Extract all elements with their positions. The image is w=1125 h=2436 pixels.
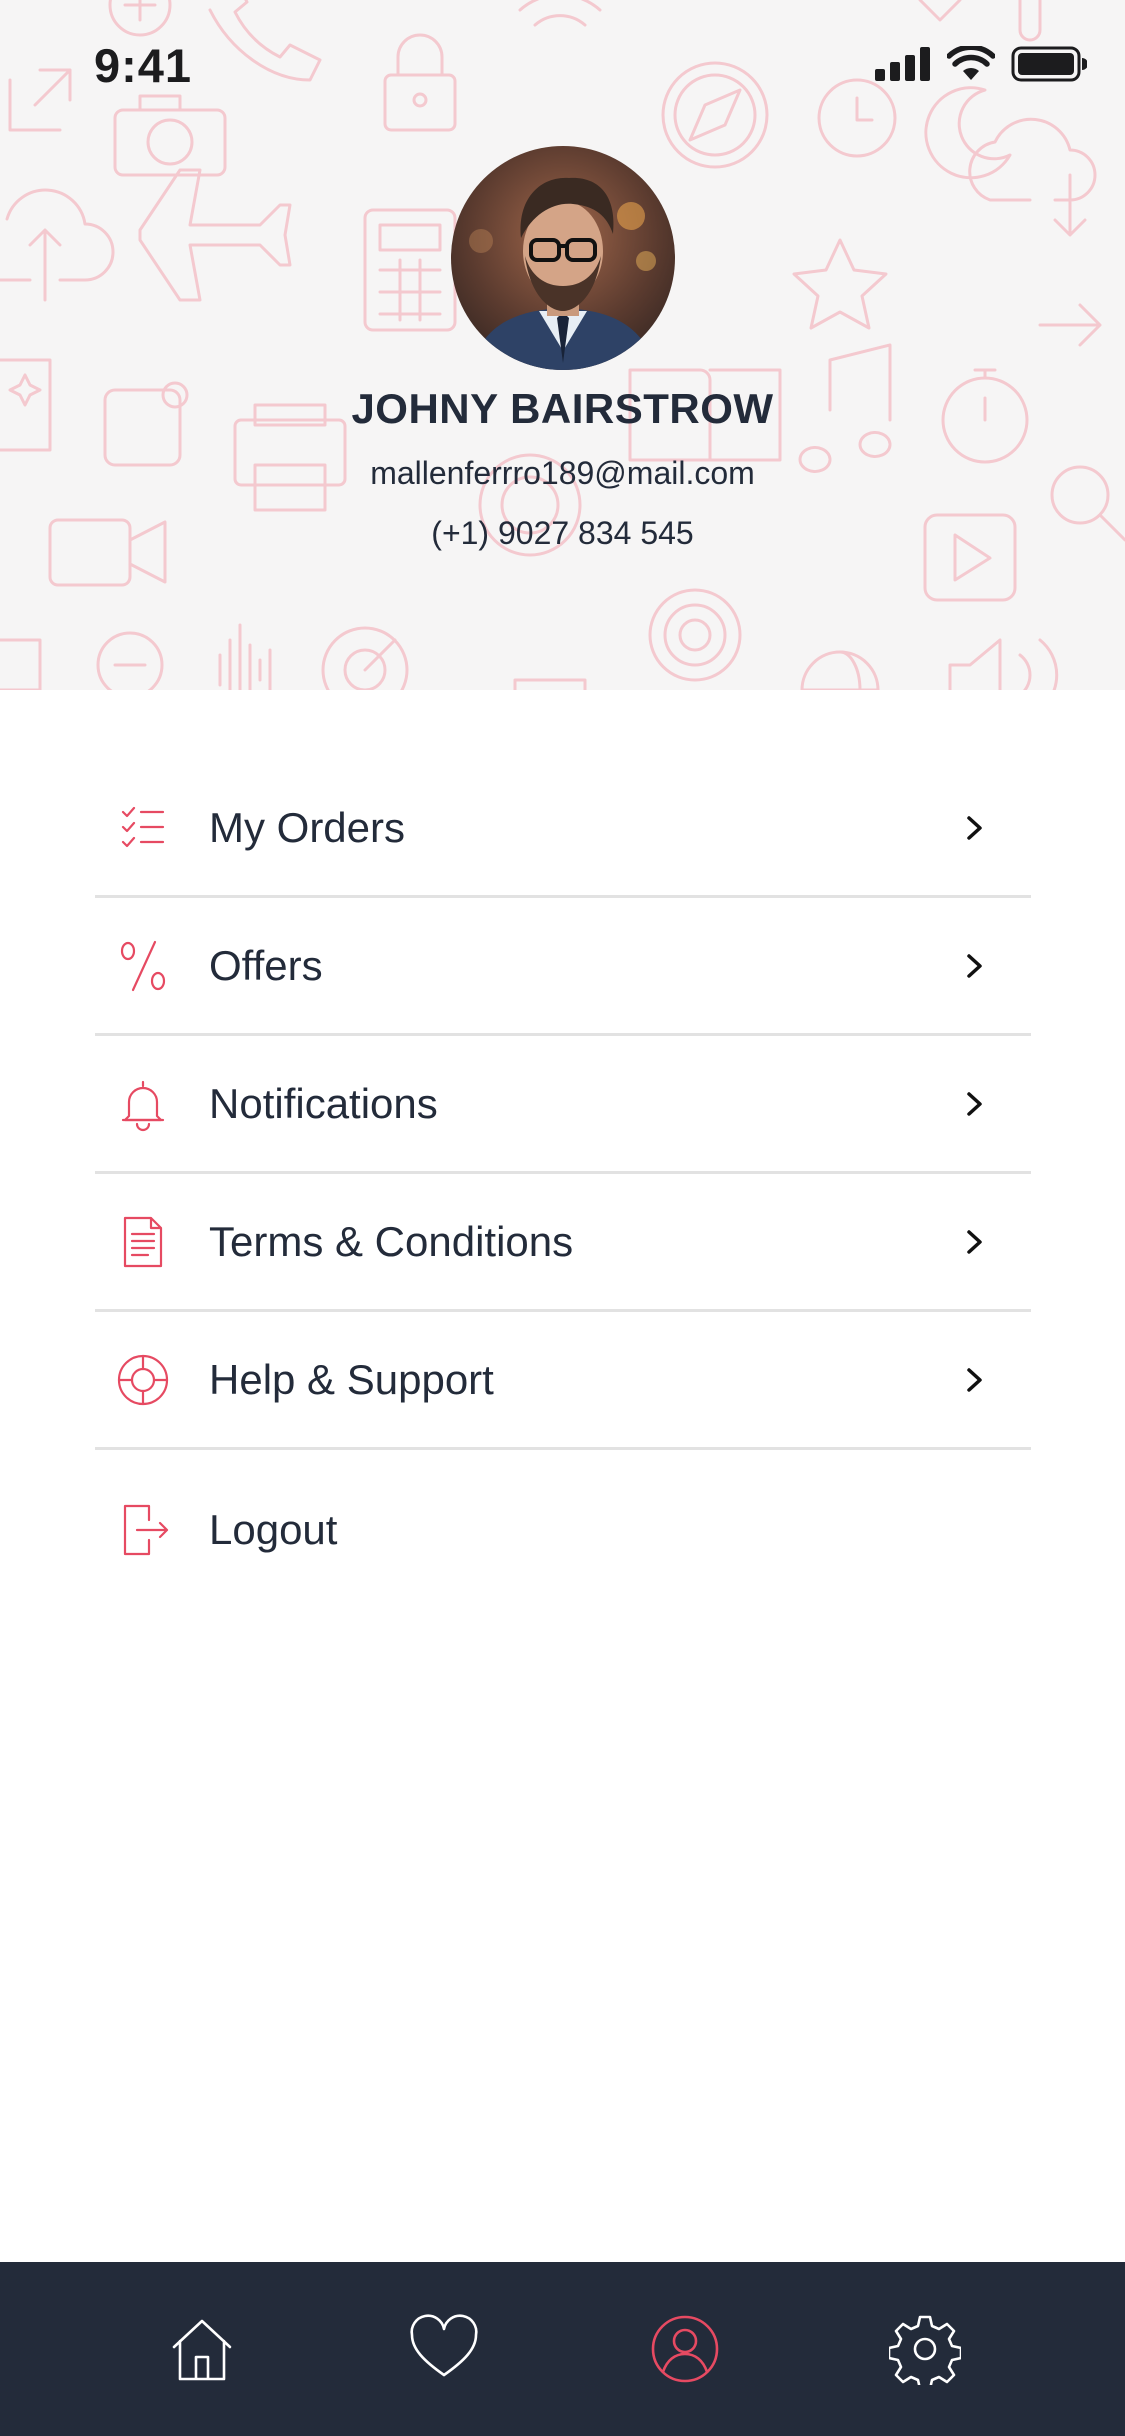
orders-list-icon	[115, 800, 171, 856]
bell-icon	[115, 1076, 171, 1132]
signal-icon	[875, 47, 930, 81]
logout-icon	[115, 1502, 171, 1558]
tab-favorites[interactable]	[408, 2313, 480, 2385]
status-bar: 9:41	[0, 0, 1125, 140]
chevron-right-icon	[963, 1364, 987, 1396]
percent-icon	[115, 938, 171, 994]
status-time: 9:41	[94, 39, 193, 92]
menu-label-help-support: Help & Support	[209, 1355, 494, 1403]
profile-header: 9:41 JOHNY BAIRSTROW mallenferrro189@mai…	[0, 0, 1125, 690]
menu-item-my-orders[interactable]: My Orders	[95, 760, 1031, 898]
chevron-right-icon	[963, 950, 987, 982]
heart-icon	[410, 2314, 478, 2377]
menu-item-help-support[interactable]: Help & Support	[95, 1312, 1031, 1450]
profile-screen: 9:41 JOHNY BAIRSTROW mallenferrro189@mai…	[0, 0, 1125, 2436]
chevron-right-icon	[963, 812, 987, 844]
tab-settings[interactable]	[887, 2313, 963, 2391]
user-name: JOHNY BAIRSTROW	[351, 385, 774, 432]
profile-menu: My Orders Offers Notifications Terms & C…	[95, 760, 1031, 1610]
menu-item-logout[interactable]: Logout	[95, 1450, 1031, 1610]
menu-item-terms[interactable]: Terms & Conditions	[95, 1174, 1031, 1312]
status-icons	[875, 46, 1087, 82]
lifebuoy-icon	[115, 1352, 171, 1408]
battery-icon	[1011, 46, 1087, 82]
menu-item-notifications[interactable]: Notifications	[95, 1036, 1031, 1174]
menu-item-offers[interactable]: Offers	[95, 898, 1031, 1036]
user-icon	[651, 2315, 719, 2383]
avatar-photo	[451, 146, 675, 370]
user-email: mallenferrro189@mail.com	[370, 455, 755, 491]
chevron-right-icon	[963, 1226, 987, 1258]
bottom-tab-bar	[0, 2262, 1125, 2436]
avatar[interactable]	[451, 146, 675, 370]
user-phone: (+1) 9027 834 545	[431, 515, 694, 551]
wifi-icon	[947, 46, 995, 80]
home-icon	[172, 2319, 232, 2381]
menu-label-terms: Terms & Conditions	[209, 1217, 574, 1265]
menu-label-my-orders: My Orders	[209, 803, 406, 851]
menu-label-logout: Logout	[209, 1506, 338, 1553]
tab-profile[interactable]	[649, 2313, 721, 2385]
tab-home[interactable]	[166, 2313, 238, 2385]
chevron-right-icon	[963, 1088, 987, 1120]
gear-icon	[887, 2315, 963, 2391]
menu-label-notifications: Notifications	[209, 1079, 438, 1127]
menu-label-offers: Offers	[209, 941, 323, 989]
document-icon	[115, 1214, 171, 1270]
